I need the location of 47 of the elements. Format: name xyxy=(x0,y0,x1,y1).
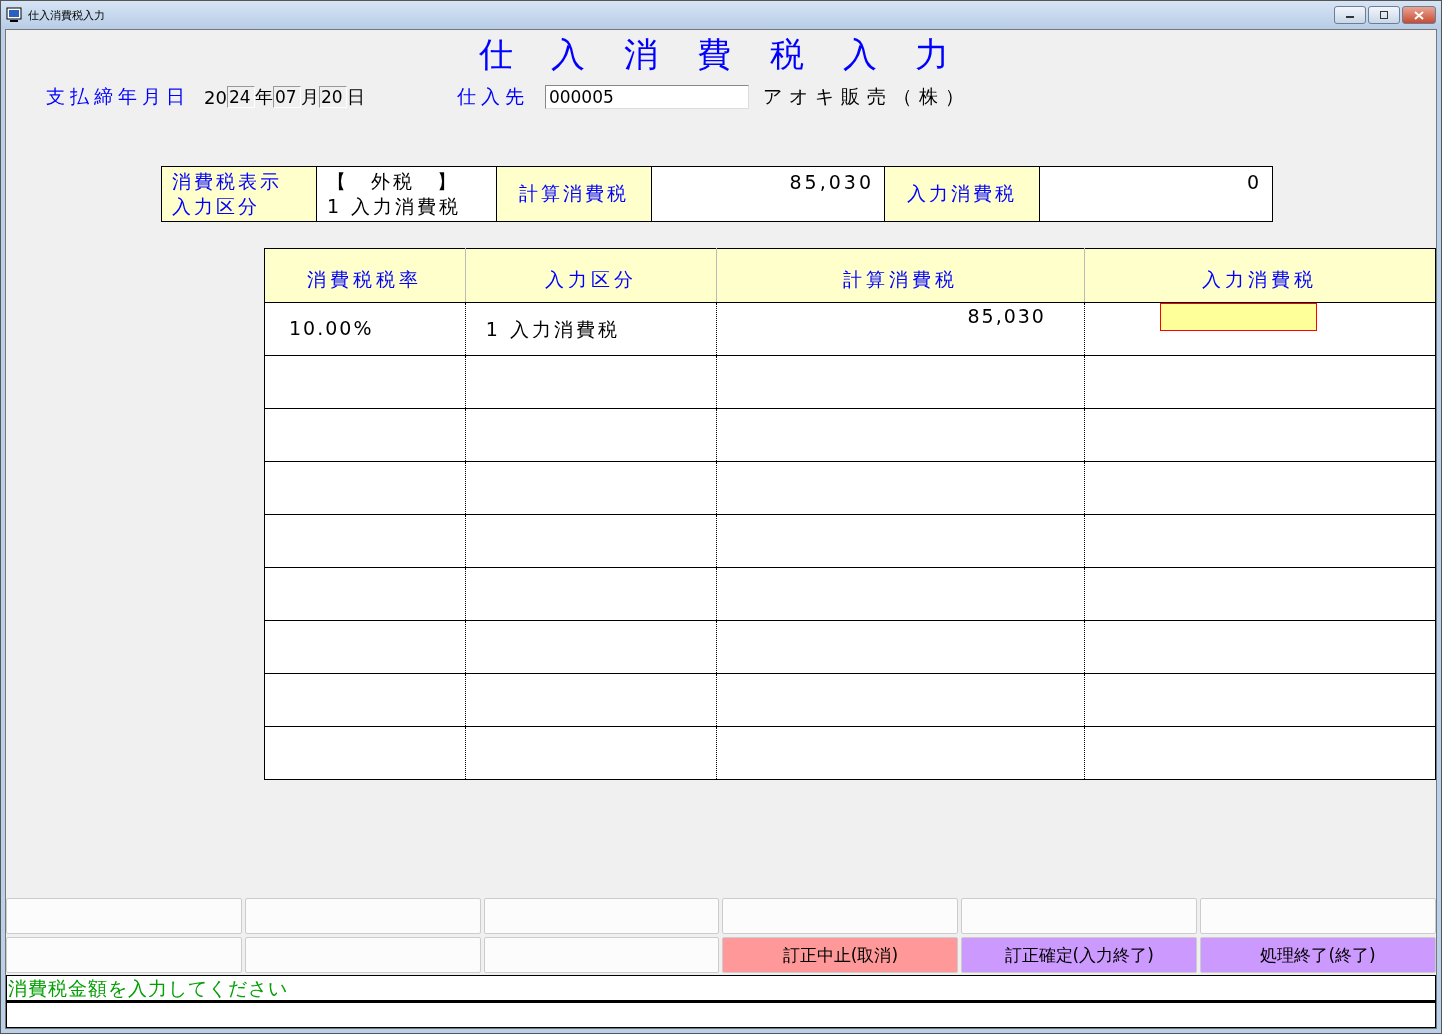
function-key[interactable]: 処理終了(終了) xyxy=(1200,937,1436,973)
input-tax-value: 0 xyxy=(1245,170,1263,195)
table-cell: 10.00% xyxy=(264,302,466,356)
blank-key[interactable] xyxy=(1200,898,1436,934)
window-title: 仕入消費税入力 xyxy=(28,7,105,23)
tax-display-label: 消費税表示 xyxy=(172,169,283,194)
supplier-name: アオキ販売（株） xyxy=(762,84,971,109)
form-heading: 仕 入 消 費 税 入 力 xyxy=(477,33,965,74)
tax-input-field[interactable] xyxy=(1159,303,1317,331)
column-header: 入力消費税 xyxy=(1084,248,1436,303)
tax-display-value: 【 外税 】 xyxy=(327,169,460,194)
supplier-code-field[interactable]: 000005 xyxy=(544,85,749,109)
day-field[interactable]: 20 xyxy=(318,86,347,108)
month-unit: 月 xyxy=(300,85,319,109)
century-text: 20 xyxy=(204,86,227,108)
maximize-button[interactable] xyxy=(1368,6,1400,24)
blank-key[interactable] xyxy=(483,937,720,973)
blank-key[interactable] xyxy=(6,937,242,973)
input-category-label: 入力区分 xyxy=(172,194,261,219)
close-button[interactable] xyxy=(1402,6,1436,24)
supplier-label: 仕入先 xyxy=(456,84,529,109)
month-field[interactable]: 07 xyxy=(272,86,301,108)
table-cell: 1 入力消費税 xyxy=(465,302,717,356)
blank-key[interactable] xyxy=(961,898,1198,934)
column-header: 入力区分 xyxy=(465,248,717,303)
function-key[interactable]: 訂正確定(入力終了) xyxy=(961,937,1198,973)
input-tax-label: 入力消費税 xyxy=(885,167,1040,221)
column-header: 消費税税率 xyxy=(264,248,466,303)
blank-key[interactable] xyxy=(6,898,242,934)
function-key[interactable]: 訂正中止(取消) xyxy=(722,937,959,973)
date-label: 支払締年月日 xyxy=(46,84,190,109)
close-icon xyxy=(1414,10,1424,20)
input-category-value: 1 入力消費税 xyxy=(327,194,463,219)
calc-tax-label: 計算消費税 xyxy=(497,167,652,221)
blank-key[interactable] xyxy=(244,937,481,973)
status-message: 消費税金額を入力してください xyxy=(6,975,1436,1001)
year-unit: 年 xyxy=(254,85,273,109)
column-header: 計算消費税 xyxy=(716,248,1085,303)
year-field[interactable]: 24 xyxy=(226,86,255,108)
blank-key[interactable] xyxy=(244,898,481,934)
monitor-icon xyxy=(6,7,22,23)
blank-key[interactable] xyxy=(483,898,720,934)
blank-key[interactable] xyxy=(722,898,959,934)
maximize-icon xyxy=(1379,11,1389,19)
minimize-button[interactable] xyxy=(1334,6,1366,24)
table-cell: 85,030 xyxy=(716,302,1085,356)
day-unit: 日 xyxy=(346,85,365,109)
